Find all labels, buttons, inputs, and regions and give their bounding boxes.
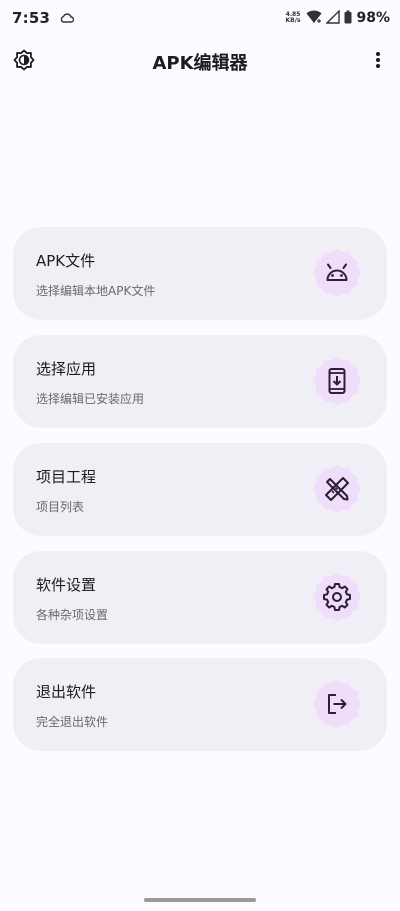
wifi-icon bbox=[306, 9, 322, 28]
page-title: APK编辑器 bbox=[152, 53, 248, 74]
design-tools-icon bbox=[311, 463, 363, 515]
phone-download-icon bbox=[311, 355, 363, 407]
cloud-sync-icon bbox=[60, 9, 75, 28]
menu-card-subtitle: 项目列表 bbox=[36, 500, 85, 514]
android-icon bbox=[311, 247, 363, 299]
menu-card-title: 项目工程 bbox=[36, 468, 97, 486]
home-indicator[interactable] bbox=[144, 898, 256, 902]
brightness-icon bbox=[12, 48, 36, 76]
status-bar: 7:53 4.85 KB/s 98% bbox=[0, 0, 400, 36]
theme-toggle-button[interactable] bbox=[10, 48, 38, 76]
logout-icon bbox=[311, 678, 363, 730]
status-time: 7:53 bbox=[12, 9, 51, 27]
menu-card-subtitle: 选择编辑本地APK文件 bbox=[36, 284, 156, 298]
menu-card-title: 退出软件 bbox=[36, 683, 97, 701]
menu-card-subtitle: 各种杂项设置 bbox=[36, 608, 109, 622]
signal-icon bbox=[325, 8, 341, 28]
app-screen: 7:53 4.85 KB/s 98% APK编辑器 APK文件 选择编辑本地AP… bbox=[0, 0, 400, 911]
menu-card-select-app[interactable]: 选择应用 选择编辑已安装应用 bbox=[13, 335, 387, 428]
menu-card-exit[interactable]: 退出软件 完全退出软件 bbox=[13, 658, 387, 751]
menu-card-title: 选择应用 bbox=[36, 360, 97, 378]
menu-card-subtitle: 选择编辑已安装应用 bbox=[36, 392, 145, 406]
battery-icon bbox=[344, 9, 352, 28]
network-speed: 4.85 KB/s bbox=[285, 11, 301, 24]
menu-card-settings[interactable]: 软件设置 各种杂项设置 bbox=[13, 551, 387, 644]
menu-card-title: APK文件 bbox=[36, 252, 96, 270]
top-app-bar: APK编辑器 bbox=[0, 40, 400, 84]
more-options-button[interactable] bbox=[364, 48, 392, 76]
gear-icon bbox=[311, 571, 363, 623]
menu-card-subtitle: 完全退出软件 bbox=[36, 715, 109, 729]
menu-card-title: 软件设置 bbox=[36, 576, 97, 594]
menu-card-projects[interactable]: 项目工程 项目列表 bbox=[13, 443, 387, 536]
battery-percent: 98% bbox=[356, 10, 390, 26]
menu-card-apk-file[interactable]: APK文件 选择编辑本地APK文件 bbox=[13, 227, 387, 320]
more-vert-icon bbox=[375, 51, 381, 73]
